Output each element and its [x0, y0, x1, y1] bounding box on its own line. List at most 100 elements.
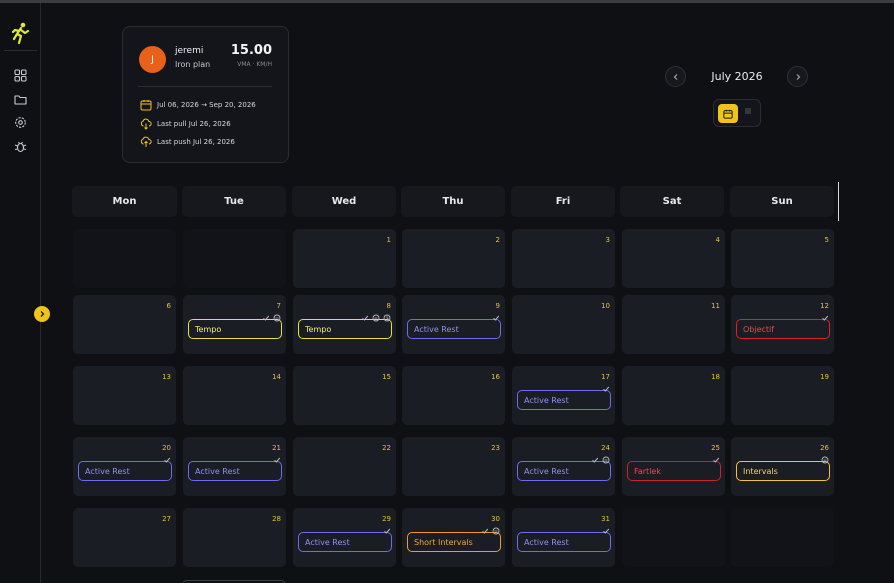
comment-icon[interactable]: [372, 314, 380, 322]
calendar-day-cell[interactable]: 13: [73, 366, 176, 425]
comment-icon[interactable]: [821, 456, 829, 464]
workout-pill[interactable]: Objectif: [736, 319, 830, 339]
cloud-upload-icon: [140, 136, 152, 147]
comment-icon[interactable]: [273, 314, 281, 322]
calendar-day-cell[interactable]: 19: [731, 366, 834, 425]
next-month-button[interactable]: [787, 66, 808, 87]
calendar-day-cell[interactable]: 21 Active Rest: [183, 437, 286, 496]
workout-status-icons: [821, 314, 829, 322]
day-number: 21: [272, 444, 281, 452]
workout-status-icons: [591, 456, 610, 464]
comment-icon[interactable]: [492, 527, 500, 535]
plan-date-range: Jul 06, 2026 → Sep 20, 2026: [140, 99, 256, 111]
calendar-day-cell[interactable]: 2: [402, 229, 505, 288]
workout-pill[interactable]: Short Intervals: [407, 532, 501, 552]
calendar-day-cell[interactable]: 8 Tempo: [293, 295, 396, 354]
calendar-cell-empty: [731, 508, 834, 567]
calendar-day-cell[interactable]: 26 Intervals: [731, 437, 834, 496]
day-number: 4: [715, 236, 720, 244]
calendar-day-cell[interactable]: 23: [402, 437, 505, 496]
last-push: Last push Jul 26, 2026: [140, 136, 235, 148]
sidebar-expand-button[interactable]: [34, 306, 50, 322]
avatar[interactable]: J: [139, 46, 166, 73]
calendar-day-cell[interactable]: 17 Active Rest: [512, 366, 615, 425]
workout-pill[interactable]: Intervals: [736, 461, 830, 481]
calendar-day-cell[interactable]: 7 Tempo: [183, 295, 286, 354]
check-icon: [384, 528, 391, 534]
check-icon: [164, 457, 171, 463]
clock-icon[interactable]: [383, 314, 391, 322]
calendar-day-cell[interactable]: 9 Active Rest: [402, 295, 505, 354]
workout-status-icons: [273, 456, 281, 464]
list-view-icon: [745, 108, 751, 114]
day-number: 31: [601, 515, 610, 523]
workout-pill[interactable]: Active Rest: [517, 390, 611, 410]
header-divider: [838, 182, 839, 221]
calendar-day-cell[interactable]: 3: [512, 229, 615, 288]
calendar-day-cell[interactable]: 31 Active Rest: [512, 508, 615, 567]
calendar-icon: [140, 100, 152, 111]
list-view-button[interactable]: [743, 106, 753, 118]
settings-icon[interactable]: [14, 116, 27, 129]
calendar-day-cell[interactable]: 22: [293, 437, 396, 496]
calendar-day-cell[interactable]: 18: [622, 366, 725, 425]
sidebar: [0, 3, 41, 583]
weekday-header: Tue: [182, 186, 286, 217]
workout-pill[interactable]: Active Rest: [407, 319, 501, 339]
folder-icon[interactable]: [14, 93, 27, 106]
calendar-day-cell[interactable]: 28: [183, 508, 286, 567]
calendar-view-button[interactable]: [718, 104, 738, 123]
workout-pill[interactable]: Tempo: [188, 319, 282, 339]
comment-icon[interactable]: [602, 456, 610, 464]
check-icon: [263, 315, 270, 321]
chevron-right-icon: [796, 73, 800, 80]
day-number: 27: [162, 515, 171, 523]
calendar-day-cell[interactable]: 24 Active Rest: [512, 437, 615, 496]
calendar-day-cell[interactable]: 16: [402, 366, 505, 425]
calendar-day-cell[interactable]: 4: [622, 229, 725, 288]
check-icon: [362, 315, 369, 321]
calendar-day-cell[interactable]: 20 Active Rest: [73, 437, 176, 496]
workout-pill[interactable]: Tempo: [298, 319, 392, 339]
calendar-day-cell[interactable]: 1: [293, 229, 396, 288]
calendar-day-cell[interactable]: 14: [183, 366, 286, 425]
calendar-day-cell[interactable]: 29 Active Rest: [293, 508, 396, 567]
calendar-day-cell[interactable]: 12 Objectif: [731, 295, 834, 354]
workout-status-icons: [262, 314, 281, 322]
calendar-day-cell[interactable]: 30 Short Intervals: [402, 508, 505, 567]
workout-pill[interactable]: Active Rest: [517, 532, 611, 552]
workout-status-icons: [602, 385, 610, 393]
workout-status-icons: [712, 456, 720, 464]
day-number: 11: [711, 302, 720, 310]
weekday-header: Mon: [72, 186, 177, 217]
calendar-day-cell[interactable]: 6: [73, 295, 176, 354]
calendar-day-cell[interactable]: 27: [73, 508, 176, 567]
prev-month-button[interactable]: [665, 66, 686, 87]
workout-pill[interactable]: Active Rest: [298, 532, 392, 552]
bug-icon[interactable]: [14, 140, 27, 153]
calendar-day-cell[interactable]: 15: [293, 366, 396, 425]
day-number: 3: [605, 236, 610, 244]
day-number: 6: [166, 302, 171, 310]
view-toggle: [713, 99, 761, 127]
calendar-day-cell[interactable]: 5: [731, 229, 834, 288]
calendar-day-cell[interactable]: 25 Fartlek: [622, 437, 725, 496]
weekday-header: Sun: [730, 186, 834, 217]
workout-status-icons: [821, 456, 829, 464]
calendar-cell-empty: [73, 229, 176, 288]
workout-pill[interactable]: Active Rest: [188, 461, 282, 481]
cloud-download-icon: [140, 118, 152, 130]
workout-status-icons: [383, 527, 391, 535]
day-number: 10: [601, 302, 610, 310]
calendar-cell-empty: [622, 508, 725, 567]
check-icon: [603, 386, 610, 392]
workout-pill[interactable]: Active Rest: [78, 461, 172, 481]
runner-icon[interactable]: [10, 22, 30, 44]
dashboard-icon[interactable]: [14, 69, 27, 82]
month-navigation: July 2026: [665, 66, 810, 88]
calendar-day-cell[interactable]: 11: [622, 295, 725, 354]
user-name: jeremi: [175, 46, 204, 56]
workout-pill[interactable]: Fartlek: [627, 461, 721, 481]
calendar-day-cell[interactable]: 10: [512, 295, 615, 354]
workout-pill[interactable]: Active Rest: [517, 461, 611, 481]
